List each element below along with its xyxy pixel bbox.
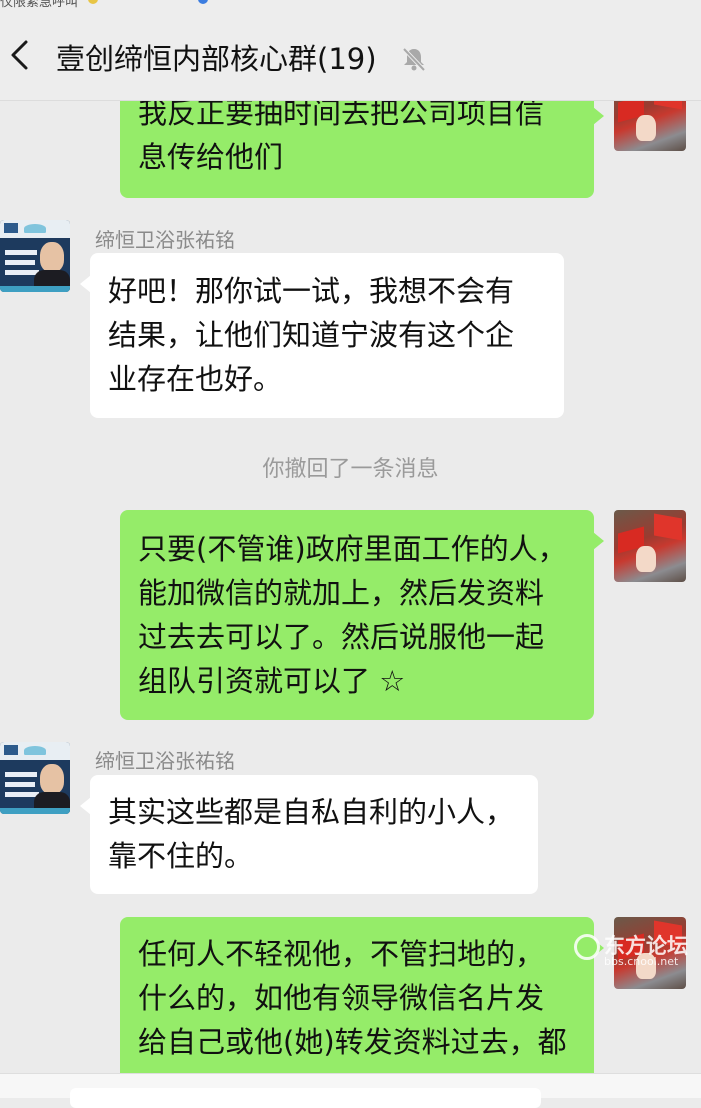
watermark-logo-icon — [574, 934, 600, 960]
message-line: 我反正要抽时间去把公司项目信 — [138, 101, 545, 130]
message-bubble-self[interactable]: 我反正要抽时间去把公司项目信 息传给他们 — [120, 101, 604, 198]
recalled-message-notice: 你撤回了一条消息 — [262, 457, 439, 482]
message-line: 业存在也好。 — [108, 362, 283, 396]
message-line: 什么的，如他有领导微信名片发 — [138, 981, 545, 1015]
message-line: 好吧！那你试一试，我想不会有 — [108, 274, 515, 308]
back-arrow-icon[interactable] — [6, 38, 36, 72]
message-bubble-other[interactable]: 好吧！那你试一试，我想不会有 结果，让他们知道宁波有这个企 业存在也好。 — [80, 253, 564, 418]
message-bubble-self[interactable]: 只要(不管谁)政府里面工作的人， 能加微信的就加上，然后发资料 过去去可以了。然… — [120, 510, 604, 720]
status-text: 仅限紧急呼叫 — [0, 0, 79, 8]
self-avatar[interactable] — [614, 510, 686, 582]
message-line: 能加微信的就加上，然后发资料 — [138, 576, 545, 610]
message-line: 靠不住的。 — [108, 839, 254, 873]
sender-avatar[interactable] — [0, 220, 70, 292]
message-line: 只要(不管谁)政府里面工作的人， — [138, 532, 567, 566]
watermark: 东方论坛 bbs.cnool.net — [568, 930, 692, 970]
message-bubble-other[interactable]: 其实这些都是自私自利的小人， 靠不住的。 — [80, 775, 538, 894]
message-input[interactable] — [70, 1088, 541, 1108]
watermark-url: bbs.cnool.net — [604, 955, 679, 968]
sender-name: 缔恒卫浴张祐铭 — [95, 749, 235, 773]
message-line: 组队引资就可以了 ☆ — [138, 664, 406, 698]
message-line: 息传给他们 — [138, 140, 284, 174]
status-dot-icon — [88, 0, 98, 4]
self-avatar[interactable] — [614, 101, 686, 151]
chat-message-list[interactable]: 我反正要抽时间去把公司项目信 息传给他们 缔恒卫浴张祐铭 好吧！那你试一试，我想… — [0, 101, 701, 1073]
message-line: 给自己或他(她)转发资料过去，都 — [138, 1025, 567, 1059]
message-line: 结果，让他们知道宁波有这个企 — [108, 318, 515, 352]
sender-avatar[interactable] — [0, 742, 70, 814]
signal-dot-icon — [198, 0, 208, 4]
message-line: 过去去可以了。然后说服他一起 — [138, 620, 545, 654]
message-line: 任何人不轻视他，不管扫地的， — [138, 937, 545, 971]
sender-name: 缔恒卫浴张祐铭 — [95, 228, 235, 252]
input-bar — [0, 1073, 701, 1108]
message-line: 其实这些都是自私自利的小人， — [108, 795, 515, 829]
chat-header: 壹创缔恒内部核心群(19) — [0, 8, 701, 101]
message-bubble-self[interactable]: 任何人不轻视他，不管扫地的， 什么的，如他有领导微信名片发 给自己或他(她)转发… — [120, 917, 604, 1073]
mute-bell-icon — [402, 47, 426, 72]
status-bar: 仅限紧急呼叫 — [0, 0, 701, 8]
chat-title[interactable]: 壹创缔恒内部核心群(19) — [56, 36, 377, 78]
